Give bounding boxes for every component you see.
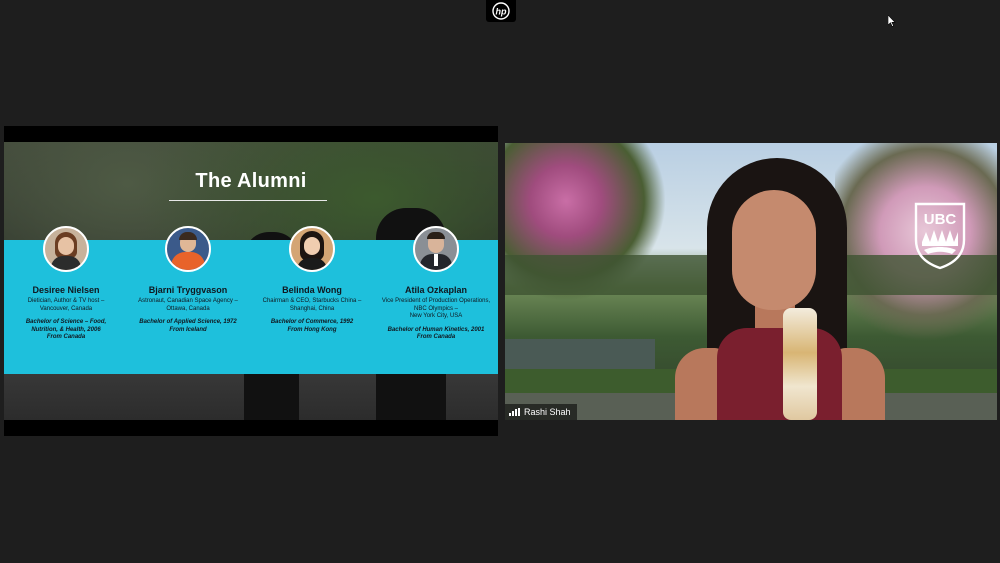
degree-line: From Iceland [169,326,207,333]
participant-face [732,190,816,310]
mouse-pointer-icon [888,15,896,27]
participant-top [717,328,842,420]
role-line: Dietician, Author & TV host – [27,298,105,304]
degree-line: Bachelor of Commerce, 1992 [270,319,354,326]
alumni-name: Bjarni Tryggvason [148,285,228,295]
avatar [413,226,459,272]
avatar [165,226,211,272]
degree-line: Bachelor of Science – Food, [25,319,107,326]
alumni-card: Bjarni Tryggvason Astronaut, Canadian Sp… [126,226,250,334]
alumni-role: Astronaut, Canadian Space Agency – Ottaw… [126,298,250,313]
alumni-role: Chairman & CEO, Starbucks China – Shangh… [250,298,374,313]
ubc-logo-text: UBC [924,211,957,228]
role-line: Shanghai, China [289,305,335,312]
hp-logo: hp [486,0,516,22]
participant-shoulder [835,348,885,420]
role-line: Chairman & CEO, Starbucks China – [262,298,362,304]
role-line: Vice President of Production Operations, [381,298,491,304]
participant-name-tag: Rashi Shah [505,404,577,420]
title-divider [169,200,327,201]
degree-line: Nutrition, & Health, 2006 [31,326,101,333]
alumni-degree: Bachelor of Commerce, 1992 From Hong Kon… [250,319,374,334]
degree-line: From Canada [46,334,86,341]
role-line: Astronaut, Canadian Space Agency – [138,298,238,304]
participant-video-tile[interactable]: UBC Rashi Shah [505,143,997,420]
connection-signal-icon [509,408,520,416]
degree-line: Bachelor of Human Kinetics, 2001 [387,326,485,333]
hp-logo-icon: hp [492,2,510,20]
participant-person [625,158,925,420]
participant-scarf [783,308,817,420]
slide-title: The Alumni [195,170,307,192]
role-line: New York City, USA [409,313,463,320]
alumni-degree: Bachelor of Science – Food, Nutrition, &… [4,319,128,342]
avatar [289,226,335,272]
alumni-role: Dietician, Author & TV host – Vancouver,… [4,298,128,313]
degree-line: From Hong Kong [287,326,337,333]
alumni-degree: Bachelor of Applied Science, 1972 From I… [126,319,250,334]
presentation-slide: The Alumni Desiree Nielsen Dietician, Au… [4,142,498,420]
role-line: Ottawa, Canada [166,305,210,312]
hp-logo-text: hp [496,7,507,17]
screen-share-panel[interactable]: The Alumni Desiree Nielsen Dietician, Au… [4,126,498,436]
degree-line: Bachelor of Applied Science, 1972 [139,319,237,326]
alumni-name: Atila Ozkaplan [404,285,467,295]
alumni-card: Atila Ozkaplan Vice President of Product… [374,226,498,342]
alumni-name: Desiree Nielsen [32,285,100,295]
participant-name: Rashi Shah [524,407,571,417]
alumni-name: Belinda Wong [282,285,342,295]
role-line: NBC Olympics – [413,305,458,312]
ubc-shield-icon: UBC [914,202,966,270]
alumni-card: Desiree Nielsen Dietician, Author & TV h… [4,226,128,342]
alumni-role: Vice President of Production Operations,… [374,298,498,321]
avatar [43,226,89,272]
alumni-card: Belinda Wong Chairman & CEO, Starbucks C… [250,226,374,334]
degree-line: From Canada [416,334,456,341]
role-line: Vancouver, Canada [39,305,93,312]
alumni-degree: Bachelor of Human Kinetics, 2001 From Ca… [374,327,498,342]
